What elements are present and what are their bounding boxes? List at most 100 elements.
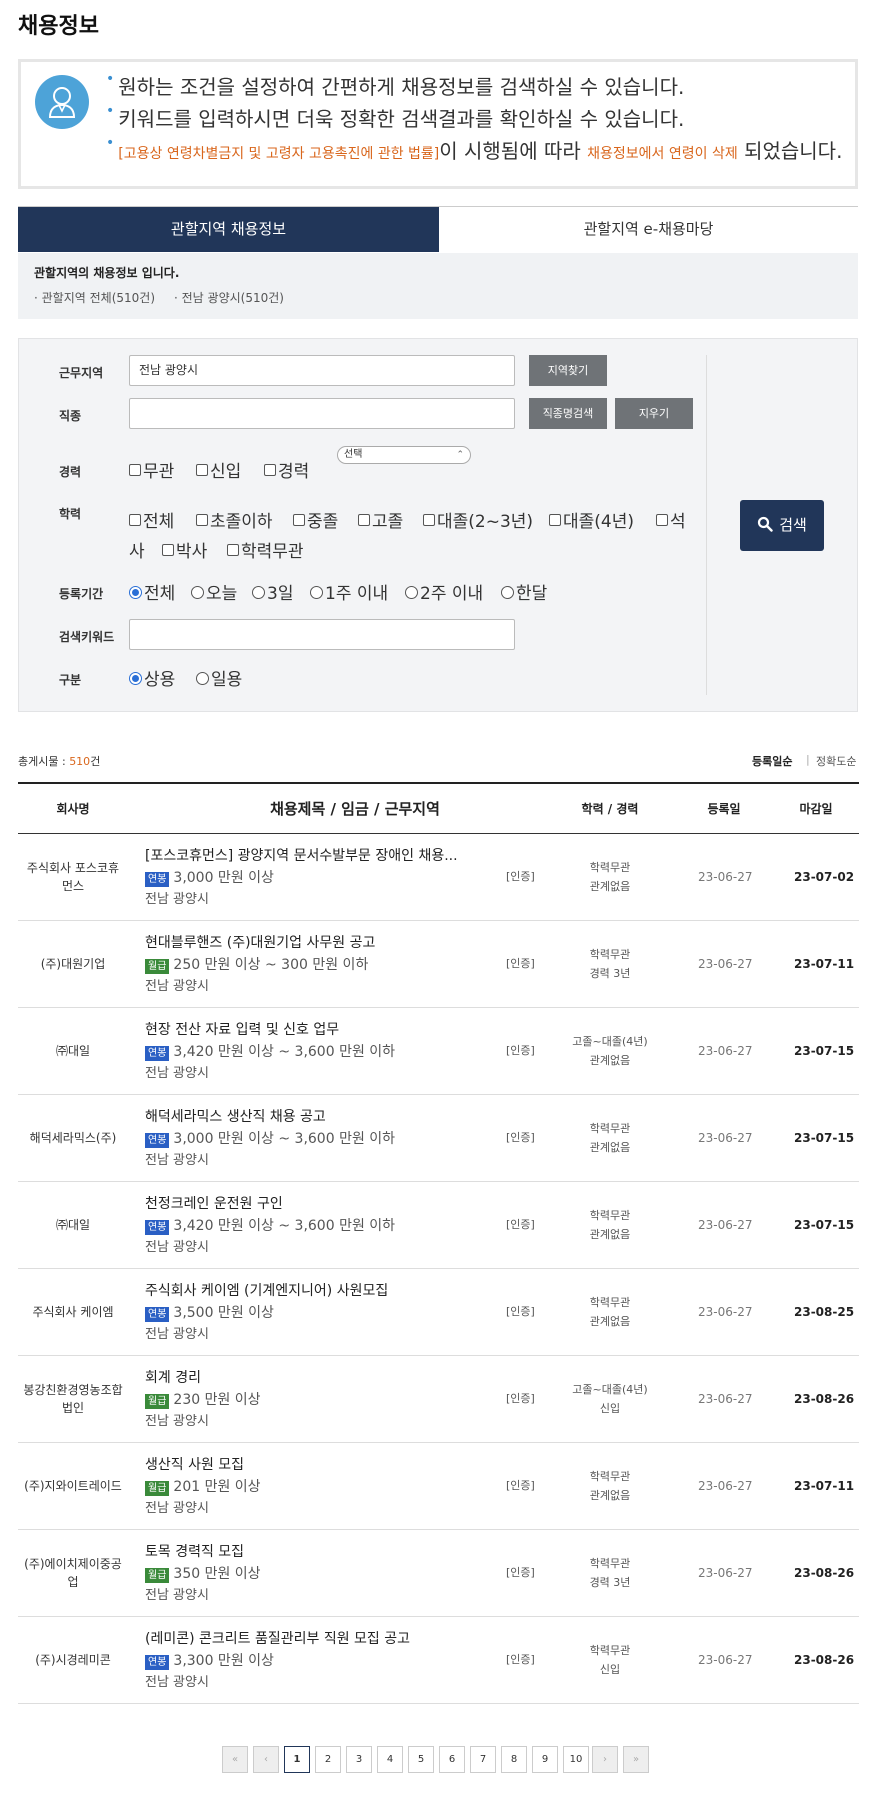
page-3-button[interactable]: 3 [346, 1746, 372, 1773]
last-page-button[interactable]: » [623, 1746, 649, 1773]
pay-type-badge: 월급 [145, 1481, 170, 1496]
page-5-button[interactable]: 5 [408, 1746, 434, 1773]
period-option-3days[interactable]: 3일 [252, 579, 293, 604]
edu-option-doctorate[interactable]: 박사 [162, 537, 207, 562]
location-field[interactable]: 전남 광양시 [129, 355, 515, 386]
company-name[interactable]: 주식회사 포스코휴먼스 [18, 834, 128, 920]
deadline-date: 23-08-26 [794, 1392, 855, 1406]
edu-option-university[interactable]: 대졸(4년) [549, 507, 634, 532]
clear-button[interactable]: 지우기 [615, 398, 693, 429]
job-title-link[interactable]: 토목 경력직 모집 [145, 1541, 244, 1561]
page-1-button[interactable]: 1 [284, 1746, 310, 1773]
company-name[interactable]: 주식회사 케이엠 [18, 1269, 128, 1355]
company-name[interactable]: (주)에이치제이중공업 [18, 1530, 128, 1616]
period-option-all[interactable]: 전체 [129, 579, 175, 604]
deadline-date: 23-07-15 [794, 1218, 855, 1232]
career-years-select[interactable]: 선택 ⌃ [337, 446, 471, 464]
certified-label: [인증] [506, 1305, 535, 1318]
salary: 연봉 3,500 만원 이상 [145, 1302, 274, 1322]
job-title-link[interactable]: 현대블루핸즈 (주)대원기업 사무원 공고 [145, 932, 375, 952]
region-summary: 관할지역의 채용정보 입니다. · 관할지역 전체(510건) · 전남 광양시… [18, 253, 858, 319]
edu-option-elementary[interactable]: 초졸이하 [196, 507, 273, 532]
company-name[interactable]: ㈜대일 [18, 1182, 128, 1268]
job-title-link[interactable]: (레미콘) 콘크리트 품질관리부 직원 모집 공고 [145, 1628, 410, 1648]
certified-label: [인증] [506, 870, 535, 883]
job-title-link[interactable]: 주식회사 케이엠 (기계엔지니어) 사원모집 [145, 1280, 388, 1300]
job-search-button[interactable]: 직종명검색 [529, 398, 607, 429]
work-location: 전남 광양시 [145, 979, 209, 994]
work-location: 전남 광양시 [145, 1240, 209, 1255]
period-option-today[interactable]: 오늘 [191, 579, 237, 604]
certified-label: [인증] [506, 1044, 535, 1057]
work-location: 전남 광양시 [145, 1588, 209, 1603]
job-title-link[interactable]: [포스코휴먼스] 광양지역 문서수발부문 장애인 채용... [145, 845, 458, 865]
job-title-link[interactable]: 생산직 사원 모집 [145, 1454, 244, 1474]
first-page-button[interactable]: « [222, 1746, 248, 1773]
sort-by-accuracy[interactable]: 정확도순 [816, 753, 856, 769]
edu-option-middle[interactable]: 중졸 [293, 507, 338, 532]
page-8-button[interactable]: 8 [501, 1746, 527, 1773]
education-career: 학력무관 경력 3년 [589, 948, 631, 980]
page-6-button[interactable]: 6 [439, 1746, 465, 1773]
sort-by-date[interactable]: 등록일순 [752, 753, 792, 769]
page-2-button[interactable]: 2 [315, 1746, 341, 1773]
table-row: (주)대원기업 현대블루핸즈 (주)대원기업 사무원 공고 월급 250 만원 이상 … [18, 921, 859, 1008]
edu-option-college[interactable]: 대졸(2~3년) [423, 507, 533, 532]
prev-page-button[interactable]: ‹ [253, 1746, 279, 1773]
education-career: 학력무관 신입 [589, 1644, 631, 1676]
job-title-link[interactable]: 현장 전산 자료 입력 및 신호 업무 [145, 1019, 339, 1039]
page-10-button[interactable]: 10 [563, 1746, 589, 1773]
career-option-any[interactable]: 무관 [129, 457, 174, 482]
job-title-link[interactable]: 천정크레인 운전원 구인 [145, 1193, 283, 1213]
edu-option-irrelevant[interactable]: 학력무관 [227, 537, 304, 562]
tab-region-jobs[interactable]: 관할지역 채용정보 [18, 207, 439, 252]
company-name[interactable]: 봉강친환경영농조합법인 [18, 1356, 128, 1442]
company-name[interactable]: (주)시경레미콘 [18, 1617, 128, 1703]
education-career: 학력무관 관계없음 [589, 861, 631, 893]
registered-date: 23-06-27 [698, 1131, 753, 1145]
education-career: 고졸~대졸(4년) 신입 [572, 1383, 648, 1415]
find-region-button[interactable]: 지역찾기 [529, 355, 607, 386]
search-button[interactable]: 검색 [740, 500, 824, 551]
pay-type-badge: 연봉 [145, 1655, 170, 1670]
period-option-2weeks[interactable]: 2주 이내 [405, 579, 483, 604]
pay-type-badge: 월급 [145, 1394, 170, 1409]
region-link-all[interactable]: · 관할지역 전체(510건) [34, 289, 155, 306]
type-option-regular[interactable]: 상용 [129, 665, 175, 690]
period-option-1week[interactable]: 1주 이내 [310, 579, 388, 604]
career-option-experienced[interactable]: 경력 [264, 457, 309, 482]
education-career: 학력무관 관계없음 [589, 1470, 631, 1502]
registered-date: 23-06-27 [698, 870, 753, 884]
company-name[interactable]: ㈜대일 [18, 1008, 128, 1094]
job-title-link[interactable]: 회계 경리 [145, 1367, 201, 1387]
job-label: 직종 [59, 409, 82, 423]
deadline-date: 23-07-11 [794, 957, 855, 971]
region-link-gwangyang[interactable]: · 전남 광양시(510건) [174, 289, 284, 306]
next-page-button[interactable]: › [592, 1746, 618, 1773]
page-4-button[interactable]: 4 [377, 1746, 403, 1773]
job-title-link[interactable]: 해덕세라믹스 생산직 채용 공고 [145, 1106, 326, 1126]
company-name[interactable]: (주)지와이트레이드 [18, 1443, 128, 1529]
notice-line-1: • 원하는 조건을 설정하여 간편하게 채용정보를 검색하실 수 있습니다. [106, 71, 685, 99]
job-field[interactable] [129, 398, 515, 429]
edu-option-high[interactable]: 고졸 [358, 507, 403, 532]
edu-option-all[interactable]: 전체 [129, 507, 174, 532]
education-career: 학력무관 관계없음 [589, 1209, 631, 1241]
salary: 연봉 3,000 만원 이상 [145, 867, 274, 887]
company-name[interactable]: 해덕세라믹스(주) [18, 1095, 128, 1181]
salary: 월급 201 만원 이상 [145, 1476, 261, 1496]
career-option-new[interactable]: 신입 [196, 457, 241, 482]
salary: 연봉 3,000 만원 이상 ~ 3,600 만원 이하 [145, 1128, 395, 1148]
page-7-button[interactable]: 7 [470, 1746, 496, 1773]
pay-type-badge: 월급 [145, 959, 170, 974]
registered-date: 23-06-27 [698, 1392, 753, 1406]
page-9-button[interactable]: 9 [532, 1746, 558, 1773]
tab-region-e-jobs[interactable]: 관할지역 e-채용마당 [439, 207, 858, 252]
company-name[interactable]: (주)대원기업 [18, 921, 128, 1007]
table-row: ㈜대일 천정크레인 운전원 구인 연봉 3,420 만원 이상 ~ 3,600 만원 … [18, 1182, 859, 1269]
type-option-daily[interactable]: 일용 [196, 665, 242, 690]
period-option-month[interactable]: 한달 [501, 579, 547, 604]
keyword-input[interactable] [129, 619, 515, 650]
edu-option-masters[interactable]: 석 [656, 507, 686, 532]
pay-type-badge: 연봉 [145, 872, 170, 887]
